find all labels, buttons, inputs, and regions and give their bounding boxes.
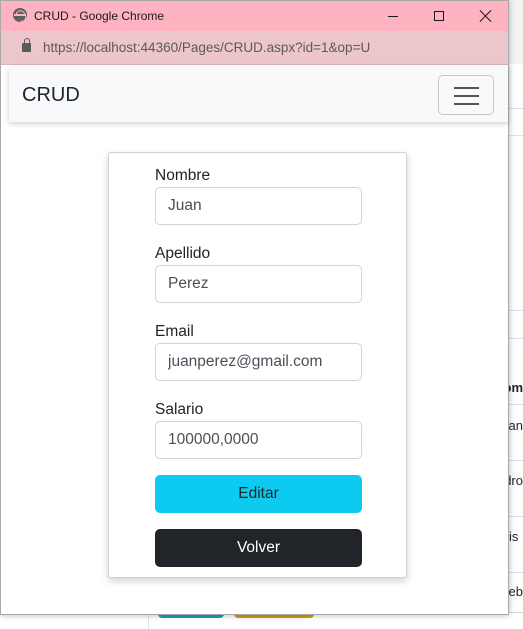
close-icon — [479, 10, 491, 22]
chrome-icon — [13, 8, 27, 22]
nombre-input[interactable] — [155, 187, 362, 225]
close-button[interactable] — [462, 1, 508, 31]
background-table-strip — [508, 64, 523, 629]
background-table-cell: teb — [509, 584, 523, 599]
background-divider — [508, 516, 523, 517]
editar-button[interactable]: Editar — [155, 475, 362, 513]
background-table-cell: an — [509, 418, 523, 433]
background-divider — [508, 135, 523, 136]
background-divider — [508, 338, 523, 339]
url-text[interactable]: https://localhost:44360/Pages/CRUD.aspx?… — [43, 40, 370, 55]
lock-icon[interactable] — [22, 38, 31, 52]
background-table-cell: dro — [509, 473, 523, 488]
background-table-header: om — [509, 380, 523, 395]
email-input[interactable] — [155, 343, 362, 381]
maximize-button[interactable] — [416, 1, 462, 31]
background-table-cell: is — [509, 529, 519, 544]
apellido-input[interactable] — [155, 265, 362, 303]
minimize-icon — [388, 15, 398, 17]
hamburger-icon — [454, 87, 479, 105]
background-divider — [508, 572, 523, 573]
salario-input[interactable] — [155, 421, 362, 459]
navbar: CRUD — [9, 66, 508, 122]
address-bar[interactable]: https://localhost:44360/Pages/CRUD.aspx?… — [1, 31, 508, 65]
background-divider — [508, 310, 523, 311]
salario-label: Salario — [155, 401, 204, 418]
email-label: Email — [155, 323, 194, 340]
minimize-button[interactable] — [370, 1, 416, 31]
nombre-label: Nombre — [155, 167, 211, 184]
navbar-brand[interactable]: CRUD — [22, 84, 80, 107]
maximize-icon — [434, 11, 444, 21]
apellido-label: Apellido — [155, 245, 211, 262]
navbar-toggler-button[interactable] — [438, 75, 494, 115]
background-divider — [508, 108, 523, 109]
title-bar[interactable]: CRUD - Google Chrome — [1, 1, 508, 31]
background-divider — [508, 404, 523, 405]
background-divider — [508, 460, 523, 461]
window-title: CRUD - Google Chrome — [34, 9, 165, 23]
volver-button[interactable]: Volver — [155, 529, 362, 567]
form-card: Nombre Apellido Email Salario Editar Vol… — [108, 152, 407, 578]
